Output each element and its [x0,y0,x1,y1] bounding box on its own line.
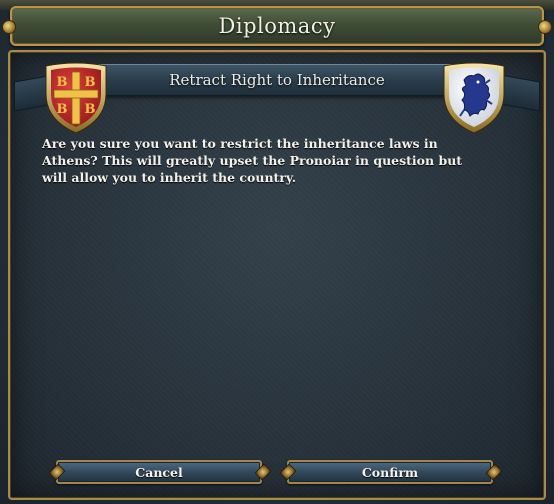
dialog-subtitle: Retract Right to Inheritance [169,71,385,89]
corner-ornament-icon [2,20,16,34]
confirm-button[interactable]: Confirm [287,460,493,484]
svg-text:Β: Β [57,75,68,90]
blue-lion-rampant-shield-icon [440,60,508,136]
title-bar: Diplomacy [10,6,544,46]
svg-text:Β: Β [85,102,96,117]
window-title: Diplomacy [218,14,336,38]
subtitle-ribbon: Retract Right to Inheritance [62,64,492,96]
corner-ornament-icon [538,20,552,34]
svg-text:Β: Β [85,75,96,90]
byzantine-tetragrammatic-cross-shield-icon: Β Β Β Β [42,60,110,136]
diplomacy-window: Diplomacy Retract Right to Inheritance Β… [0,0,554,504]
cancel-button[interactable]: Cancel [56,460,262,484]
svg-text:Β: Β [57,102,68,117]
dialog-message: Are you sure you want to restrict the in… [42,136,463,185]
